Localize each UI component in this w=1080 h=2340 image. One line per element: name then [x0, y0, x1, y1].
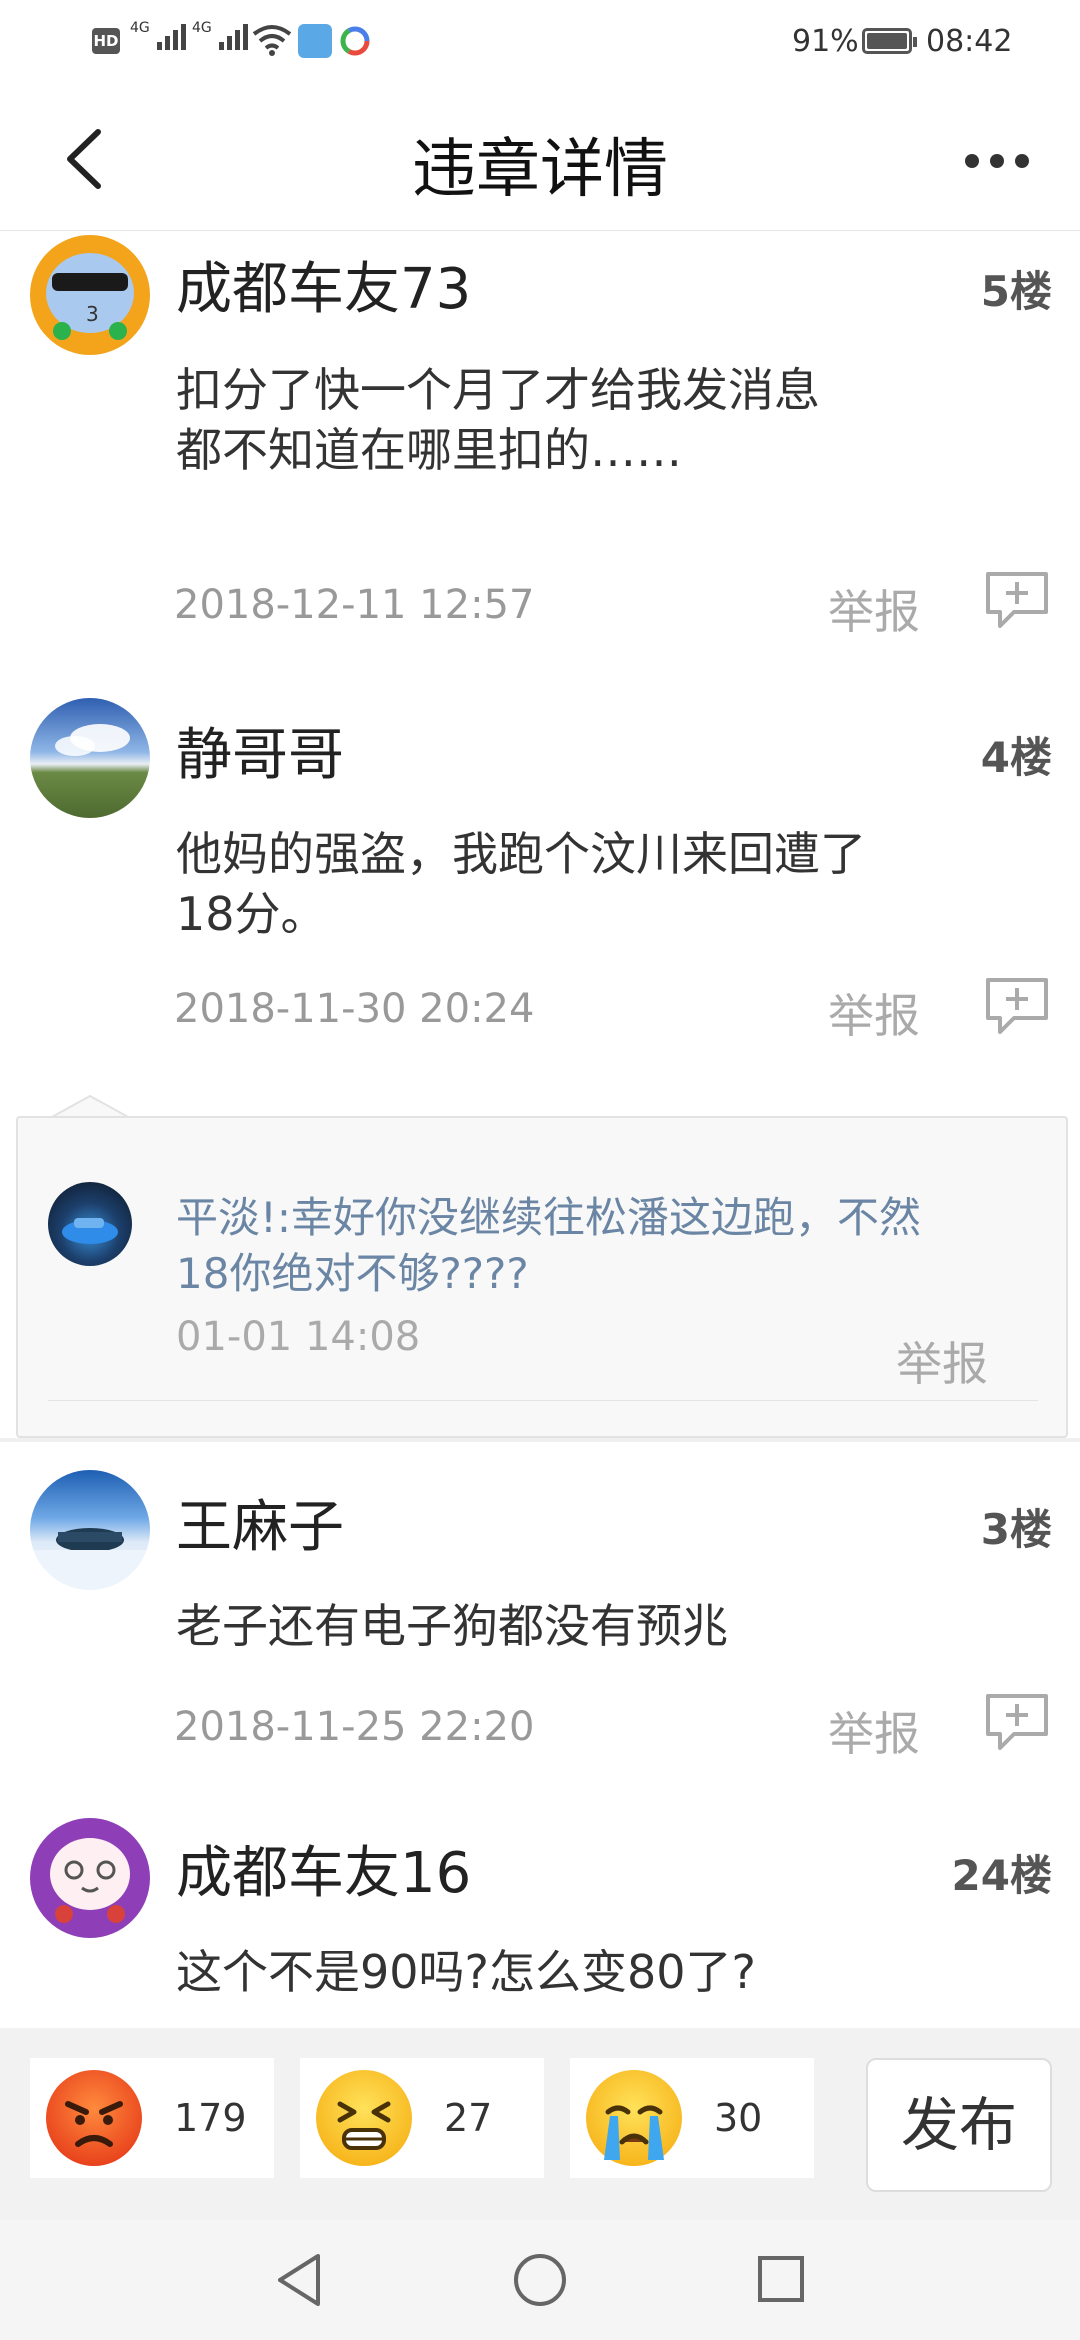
reply-line: 18你绝对不够????	[176, 1249, 529, 1298]
avatar[interactable]: 3	[30, 235, 150, 355]
avatar[interactable]	[30, 1818, 150, 1938]
page-title: 违章详情	[412, 133, 668, 207]
comment-item: 3 成都车友73 5楼 扣分了快一个月了才给我发消息 都不知道在哪里扣的…… 2…	[0, 230, 1080, 670]
app-notification-icon	[298, 24, 332, 58]
comment-line: 这个不是90吗?怎么变80了?	[176, 1945, 756, 1999]
comment-line: 扣分了快一个月了才给我发消息	[176, 363, 820, 417]
reaction-bar: 179 27 30 发布	[0, 2028, 1080, 2220]
winter-trees-avatar-icon	[30, 1528, 150, 1590]
comment-content: 这个不是90吗?怎么变80了?	[176, 1942, 1036, 2002]
reply-box: 平淡!:幸好你没继续往松潘这边跑，不然 18你绝对不够???? 01-01 14…	[16, 1116, 1068, 1438]
comment-item: 成都车友16 24楼 这个不是90吗?怎么变80了?	[0, 1810, 1080, 2028]
comment-time: 2018-11-25 22:20	[174, 1704, 535, 1750]
comment-line: 老子还有电子狗都没有预兆	[176, 1599, 728, 1653]
avatar[interactable]	[30, 698, 150, 818]
network-type-label: 4G	[130, 20, 150, 36]
signal-icon-2: 4G	[192, 20, 253, 50]
reply-time: 01-01 14:08	[176, 1314, 421, 1360]
reply-comment-icon[interactable]	[984, 976, 1050, 1036]
reply-avatar[interactable]	[48, 1182, 132, 1266]
comment-content: 扣分了快一个月了才给我发消息 都不知道在哪里扣的……	[176, 360, 1036, 480]
reaction-count: 27	[444, 2096, 493, 2140]
comment-item: 王麻子 3楼 老子还有电子狗都没有预兆 2018-11-25 22:20 举报	[0, 1460, 1080, 1800]
landscape-avatar-icon	[55, 724, 130, 756]
comment-author[interactable]: 静哥哥	[176, 710, 344, 791]
reaction-frustrated-button[interactable]: 27	[300, 2058, 544, 2178]
status-bar: HD 4G 4G 91% 08:42	[0, 0, 1080, 84]
crying-face-icon	[586, 2070, 682, 2166]
publish-button[interactable]: 发布	[866, 2058, 1052, 2192]
comment-time: 2018-11-30 20:24	[174, 986, 535, 1032]
signal-icon: 4G	[130, 20, 191, 50]
more-options-icon[interactable]	[962, 146, 1032, 176]
car-avatar-icon	[62, 1218, 118, 1244]
comment-content: 老子还有电子狗都没有预兆	[176, 1596, 1036, 1656]
system-navigation-bar	[0, 2220, 1080, 2340]
wifi-icon	[252, 25, 292, 56]
comment-line: 18分。	[176, 887, 327, 941]
home-circle-icon[interactable]	[512, 2252, 568, 2308]
cute-face-avatar-icon	[34, 1822, 146, 1934]
report-button[interactable]: 举报	[828, 1698, 920, 1764]
report-button[interactable]: 举报	[828, 980, 920, 1046]
divider	[48, 1400, 1038, 1401]
reaction-count: 30	[714, 2096, 763, 2140]
report-button[interactable]: 举报	[828, 576, 920, 642]
comment-item: 静哥哥 4楼 他妈的强盗，我跑个汶川来回遭了 18分。 2018-11-30 2…	[0, 690, 1080, 1110]
floor-label: 4楼	[980, 733, 1052, 782]
comment-line: 他妈的强盗，我跑个汶川来回遭了	[176, 827, 866, 881]
reply-comment-icon[interactable]	[984, 570, 1050, 630]
header: 违章详情	[0, 84, 1080, 231]
reply-comment-icon[interactable]	[984, 1692, 1050, 1752]
robot-car-avatar-icon: 3	[34, 239, 146, 351]
floor-label: 3楼	[980, 1505, 1052, 1554]
recents-square-icon[interactable]	[756, 2254, 806, 2304]
comment-content: 他妈的强盗，我跑个汶川来回遭了 18分。	[176, 824, 1036, 944]
comment-line: 都不知道在哪里扣的……	[176, 423, 682, 477]
reply-line: 平淡!:幸好你没继续往松潘这边跑，不然	[176, 1193, 921, 1242]
network-type-label-2: 4G	[192, 20, 212, 36]
reply-content: 平淡!:幸好你没继续往松潘这边跑，不然 18你绝对不够????	[176, 1190, 1036, 1302]
reply-report-button[interactable]: 举报	[896, 1328, 988, 1394]
comment-time: 2018-12-11 12:57	[174, 582, 535, 628]
comment-author[interactable]: 王麻子	[176, 1482, 344, 1563]
back-triangle-icon[interactable]	[274, 2250, 324, 2310]
section-divider	[0, 1438, 1080, 1442]
reaction-count: 179	[174, 2096, 247, 2140]
battery-icon	[862, 28, 917, 54]
angry-face-icon	[46, 2070, 142, 2166]
floor-label: 24楼	[951, 1851, 1052, 1900]
battery-percent: 91%	[792, 24, 859, 59]
floor-label: 5楼	[980, 267, 1052, 316]
comment-author[interactable]: 成都车友16	[176, 1828, 471, 1909]
clock: 08:42	[926, 24, 1013, 59]
comment-author[interactable]: 成都车友73	[176, 244, 471, 325]
avatar[interactable]	[30, 1470, 150, 1590]
hd-icon: HD	[92, 28, 120, 54]
reaction-angry-button[interactable]: 179	[30, 2058, 274, 2178]
browser-notification-icon	[340, 26, 370, 56]
reaction-crying-button[interactable]: 30	[570, 2058, 814, 2178]
svg-text:3: 3	[86, 302, 99, 326]
frustrated-face-icon	[316, 2070, 412, 2166]
hd-label: HD	[93, 32, 119, 50]
